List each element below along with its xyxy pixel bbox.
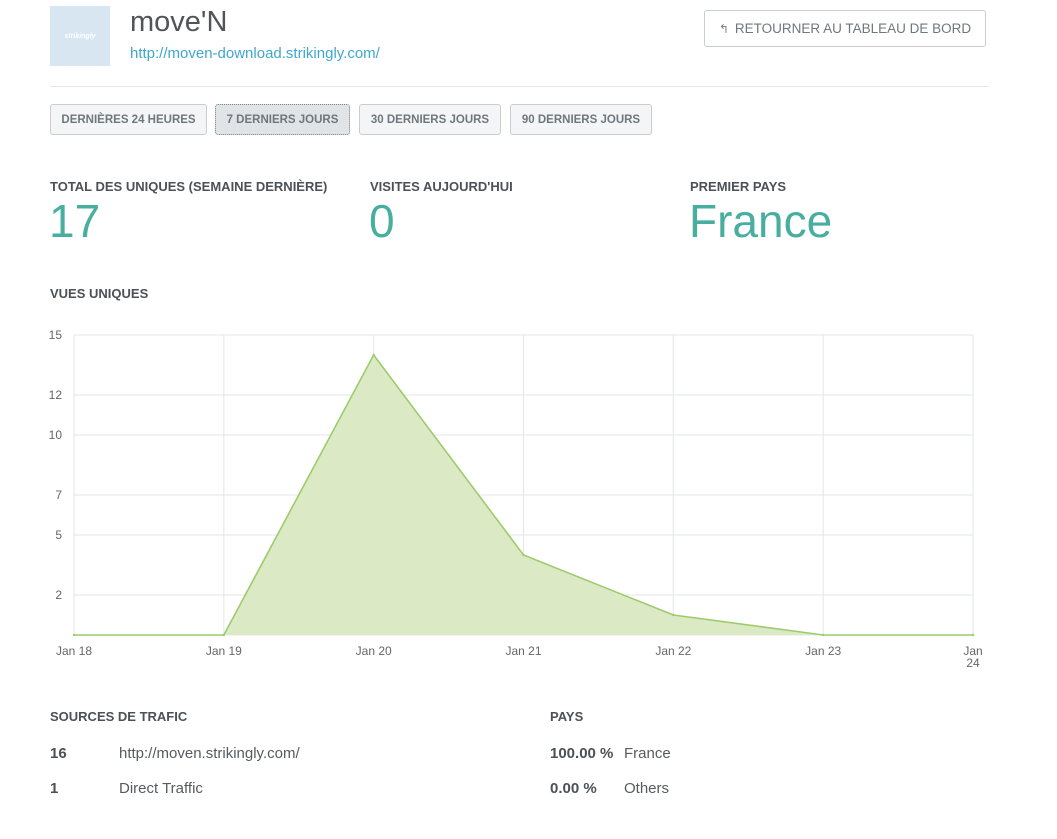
x-tick-label: Jan 24 [963, 644, 982, 670]
range-90d-label: 90 DERNIERS JOURS [521, 113, 641, 126]
stat-country-value: France [689, 195, 833, 247]
source-count: 16 [50, 745, 67, 762]
x-tick-label: Jan 19 [206, 644, 242, 658]
site-url-link[interactable]: http://moven-download.strikingly.com/ [130, 45, 380, 62]
source-label: http://moven.strikingly.com/ [119, 745, 300, 762]
country-percent: 0.00 % [550, 780, 597, 797]
country-label: Others [624, 780, 670, 797]
countries-title: PAYS [550, 709, 584, 724]
site-thumbnail: strikingly [50, 6, 110, 66]
range-7d-button[interactable]: 7 DERNIERS JOURS [215, 104, 350, 135]
data-point [372, 353, 375, 357]
data-point [222, 633, 226, 637]
x-tick-label: Jan 20 [356, 644, 392, 658]
chart-title: VUES UNIQUES [50, 286, 149, 301]
data-point [672, 613, 675, 617]
site-thumbnail-text: strikingly [64, 32, 96, 40]
data-point [522, 553, 525, 557]
data-point [821, 633, 825, 637]
back-to-dashboard-label: RETOURNER AU TABLEAU DE BORD [734, 21, 972, 36]
stat-uniques-label: TOTAL DES UNIQUES (SEMAINE DERNIÈRE) [50, 179, 328, 194]
range-30d-label: 30 DERNIERS JOURS [370, 113, 490, 126]
stat-today-value: 0 [369, 195, 395, 247]
y-tick-label: 7 [55, 488, 62, 502]
unique-views-chart: 2 5 7 10 12 15 Jan 18 Jan 19 Jan 20 Jan 21 Jan 22 J… [49, 328, 983, 670]
country-percent: 100.00 % [550, 745, 614, 762]
sources-title: SOURCES DE TRAFIC [50, 709, 188, 724]
stat-country-label: PREMIER PAYS [690, 179, 787, 194]
reply-arrow-icon: ↰ [718, 21, 729, 36]
x-tick-label: Jan 23 [805, 644, 841, 658]
range-30d-button[interactable]: 30 DERNIERS JOURS [359, 104, 501, 135]
x-tick-label: Jan 22 [655, 644, 691, 658]
data-point [72, 633, 76, 637]
x-tick-label: Jan 18 [56, 644, 92, 658]
y-tick-label: 5 [55, 528, 62, 542]
y-tick-label: 15 [49, 328, 63, 342]
y-tick-label: 12 [49, 388, 63, 402]
source-label: Direct Traffic [119, 780, 203, 797]
range-7d-label: 7 DERNIERS JOURS [226, 113, 339, 126]
country-label: France [624, 745, 671, 762]
range-90d-button[interactable]: 90 DERNIERS JOURS [510, 104, 652, 135]
stat-uniques-value: 17 [49, 195, 101, 247]
range-24h-button[interactable]: DERNIÈRES 24 HEURES [50, 104, 207, 135]
range-24h-label: DERNIÈRES 24 HEURES [61, 113, 196, 126]
source-count: 1 [50, 780, 59, 797]
y-tick-label: 10 [49, 428, 63, 442]
header-divider [50, 86, 989, 87]
back-to-dashboard-button[interactable]: ↰ RETOURNER AU TABLEAU DE BORD [704, 10, 986, 47]
stat-today-label: VISITES AUJOURD'HUI [370, 179, 513, 194]
x-tick-label: Jan 21 [505, 644, 541, 658]
y-tick-label: 2 [55, 588, 62, 602]
site-title: move'N [130, 6, 228, 38]
data-point [971, 633, 975, 637]
